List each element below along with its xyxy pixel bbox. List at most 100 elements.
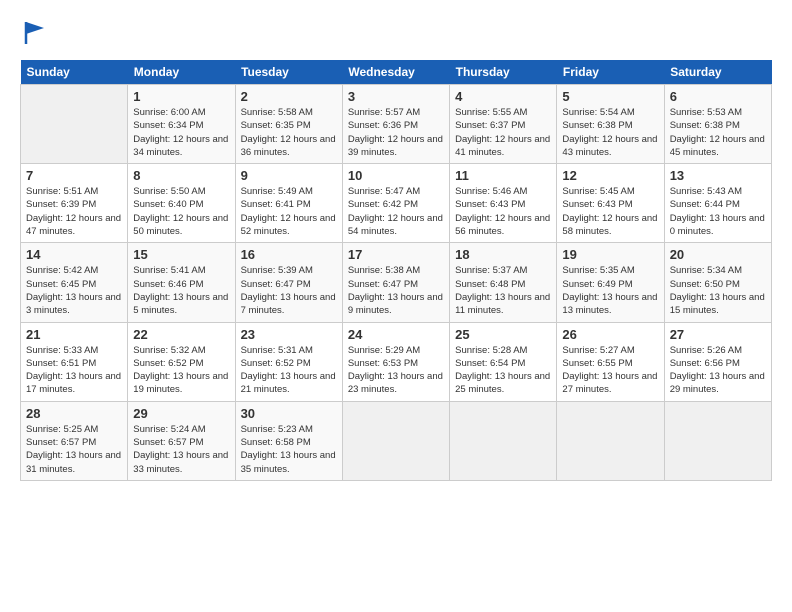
calendar-cell: 4 Sunrise: 5:55 AMSunset: 6:37 PMDaylight…: [450, 85, 557, 164]
day-number: 14: [26, 247, 122, 262]
day-info: Sunrise: 5:33 AMSunset: 6:51 PMDaylight:…: [26, 344, 122, 397]
calendar-cell: 22 Sunrise: 5:32 AMSunset: 6:52 PMDayligh…: [128, 322, 235, 401]
day-number: 12: [562, 168, 658, 183]
calendar-cell: 1 Sunrise: 6:00 AMSunset: 6:34 PMDaylight…: [128, 85, 235, 164]
calendar-cell: 13 Sunrise: 5:43 AMSunset: 6:44 PMDayligh…: [664, 164, 771, 243]
calendar-cell: 24Sunrise: 5:29 AMSunset: 6:53 PMDayligh…: [342, 322, 449, 401]
calendar-week-5: 28Sunrise: 5:25 AMSunset: 6:57 PMDayligh…: [21, 401, 772, 480]
day-number: 10: [348, 168, 444, 183]
calendar-table: Sunday Monday Tuesday Wednesday Thursday…: [20, 60, 772, 481]
calendar-cell: 12 Sunrise: 5:45 AMSunset: 6:43 PMDayligh…: [557, 164, 664, 243]
calendar-cell: 10 Sunrise: 5:47 AMSunset: 6:42 PMDayligh…: [342, 164, 449, 243]
day-number: 29: [133, 406, 229, 421]
day-number: 5: [562, 89, 658, 104]
day-number: 18: [455, 247, 551, 262]
day-number: 7: [26, 168, 122, 183]
calendar-cell: 29 Sunrise: 5:24 AMSunset: 6:57 PMDayligh…: [128, 401, 235, 480]
day-info: Sunrise: 5:38 AMSunset: 6:47 PMDaylight:…: [348, 264, 444, 317]
calendar-cell: 2Sunrise: 5:58 AMSunset: 6:35 PMDaylight…: [235, 85, 342, 164]
calendar-cell: 23Sunrise: 5:31 AMSunset: 6:52 PMDayligh…: [235, 322, 342, 401]
day-number: 20: [670, 247, 766, 262]
calendar-cell: 16 Sunrise: 5:39 AMSunset: 6:47 PMDayligh…: [235, 243, 342, 322]
day-info: Sunrise: 5:46 AMSunset: 6:43 PMDaylight:…: [455, 185, 551, 238]
calendar-week-3: 14 Sunrise: 5:42 AMSunset: 6:45 PMDayligh…: [21, 243, 772, 322]
day-info: Sunrise: 5:45 AMSunset: 6:43 PMDaylight:…: [562, 185, 658, 238]
day-info: Sunrise: 5:49 AMSunset: 6:41 PMDaylight:…: [241, 185, 337, 238]
day-number: 16: [241, 247, 337, 262]
day-number: 22: [133, 327, 229, 342]
logo: [20, 18, 50, 46]
calendar-cell: 26 Sunrise: 5:27 AMSunset: 6:55 PMDayligh…: [557, 322, 664, 401]
col-tuesday: Tuesday: [235, 60, 342, 85]
day-info: Sunrise: 5:37 AMSunset: 6:48 PMDaylight:…: [455, 264, 551, 317]
day-info: Sunrise: 5:23 AMSunset: 6:58 PMDaylight:…: [241, 423, 337, 476]
header: [20, 18, 772, 46]
day-info: Sunrise: 5:34 AMSunset: 6:50 PMDaylight:…: [670, 264, 766, 317]
day-info: Sunrise: 5:57 AMSunset: 6:36 PMDaylight:…: [348, 106, 444, 159]
day-info: Sunrise: 6:00 AMSunset: 6:34 PMDaylight:…: [133, 106, 229, 159]
calendar-cell: 5 Sunrise: 5:54 AMSunset: 6:38 PMDaylight…: [557, 85, 664, 164]
calendar-cell: 6 Sunrise: 5:53 AMSunset: 6:38 PMDaylight…: [664, 85, 771, 164]
day-number: 27: [670, 327, 766, 342]
day-info: Sunrise: 5:50 AMSunset: 6:40 PMDaylight:…: [133, 185, 229, 238]
calendar-cell: 19Sunrise: 5:35 AMSunset: 6:49 PMDayligh…: [557, 243, 664, 322]
calendar-cell: 25 Sunrise: 5:28 AMSunset: 6:54 PMDayligh…: [450, 322, 557, 401]
day-number: 26: [562, 327, 658, 342]
day-number: 8: [133, 168, 229, 183]
calendar-cell: 20 Sunrise: 5:34 AMSunset: 6:50 PMDayligh…: [664, 243, 771, 322]
col-monday: Monday: [128, 60, 235, 85]
logo-flag-icon: [22, 18, 50, 46]
day-number: 9: [241, 168, 337, 183]
calendar-week-2: 7 Sunrise: 5:51 AMSunset: 6:39 PMDaylight…: [21, 164, 772, 243]
day-info: Sunrise: 5:39 AMSunset: 6:47 PMDaylight:…: [241, 264, 337, 317]
day-info: Sunrise: 5:55 AMSunset: 6:37 PMDaylight:…: [455, 106, 551, 159]
calendar-cell: 15 Sunrise: 5:41 AMSunset: 6:46 PMDayligh…: [128, 243, 235, 322]
day-number: 17: [348, 247, 444, 262]
calendar-cell: 7 Sunrise: 5:51 AMSunset: 6:39 PMDaylight…: [21, 164, 128, 243]
logo-text: [20, 18, 50, 46]
calendar-header: Sunday Monday Tuesday Wednesday Thursday…: [21, 60, 772, 85]
calendar-cell: 11 Sunrise: 5:46 AMSunset: 6:43 PMDayligh…: [450, 164, 557, 243]
calendar-cell: 30 Sunrise: 5:23 AMSunset: 6:58 PMDayligh…: [235, 401, 342, 480]
day-info: Sunrise: 5:53 AMSunset: 6:38 PMDaylight:…: [670, 106, 766, 159]
col-wednesday: Wednesday: [342, 60, 449, 85]
calendar-cell: 8 Sunrise: 5:50 AMSunset: 6:40 PMDaylight…: [128, 164, 235, 243]
col-friday: Friday: [557, 60, 664, 85]
calendar-cell: 17 Sunrise: 5:38 AMSunset: 6:47 PMDayligh…: [342, 243, 449, 322]
day-number: 11: [455, 168, 551, 183]
day-number: 4: [455, 89, 551, 104]
day-info: Sunrise: 5:35 AMSunset: 6:49 PMDaylight:…: [562, 264, 658, 317]
calendar-cell: [342, 401, 449, 480]
calendar-cell: 21 Sunrise: 5:33 AMSunset: 6:51 PMDayligh…: [21, 322, 128, 401]
day-info: Sunrise: 5:43 AMSunset: 6:44 PMDaylight:…: [670, 185, 766, 238]
day-number: 28: [26, 406, 122, 421]
day-info: Sunrise: 5:54 AMSunset: 6:38 PMDaylight:…: [562, 106, 658, 159]
day-number: 30: [241, 406, 337, 421]
day-info: Sunrise: 5:41 AMSunset: 6:46 PMDaylight:…: [133, 264, 229, 317]
day-info: Sunrise: 5:24 AMSunset: 6:57 PMDaylight:…: [133, 423, 229, 476]
calendar-cell: 18 Sunrise: 5:37 AMSunset: 6:48 PMDayligh…: [450, 243, 557, 322]
calendar-cell: [450, 401, 557, 480]
calendar-cell: 28Sunrise: 5:25 AMSunset: 6:57 PMDayligh…: [21, 401, 128, 480]
header-row: Sunday Monday Tuesday Wednesday Thursday…: [21, 60, 772, 85]
day-info: Sunrise: 5:28 AMSunset: 6:54 PMDaylight:…: [455, 344, 551, 397]
day-info: Sunrise: 5:31 AMSunset: 6:52 PMDaylight:…: [241, 344, 337, 397]
day-number: 24: [348, 327, 444, 342]
day-info: Sunrise: 5:32 AMSunset: 6:52 PMDaylight:…: [133, 344, 229, 397]
day-number: 1: [133, 89, 229, 104]
day-number: 21: [26, 327, 122, 342]
day-number: 13: [670, 168, 766, 183]
day-number: 6: [670, 89, 766, 104]
day-info: Sunrise: 5:27 AMSunset: 6:55 PMDaylight:…: [562, 344, 658, 397]
day-info: Sunrise: 5:47 AMSunset: 6:42 PMDaylight:…: [348, 185, 444, 238]
page: Sunday Monday Tuesday Wednesday Thursday…: [0, 0, 792, 491]
day-info: Sunrise: 5:42 AMSunset: 6:45 PMDaylight:…: [26, 264, 122, 317]
day-info: Sunrise: 5:58 AMSunset: 6:35 PMDaylight:…: [241, 106, 337, 159]
calendar-cell: 27Sunrise: 5:26 AMSunset: 6:56 PMDayligh…: [664, 322, 771, 401]
day-info: Sunrise: 5:51 AMSunset: 6:39 PMDaylight:…: [26, 185, 122, 238]
day-number: 25: [455, 327, 551, 342]
calendar-week-1: 1 Sunrise: 6:00 AMSunset: 6:34 PMDaylight…: [21, 85, 772, 164]
day-number: 15: [133, 247, 229, 262]
col-thursday: Thursday: [450, 60, 557, 85]
calendar-cell: [21, 85, 128, 164]
